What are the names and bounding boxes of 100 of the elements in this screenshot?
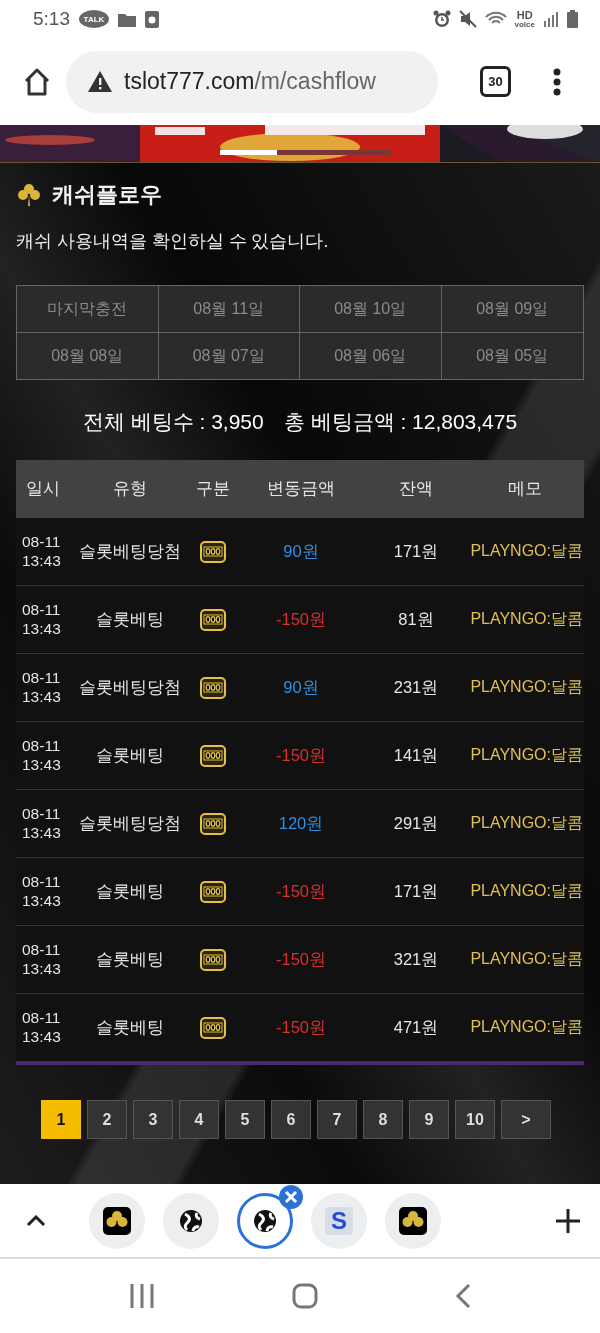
type-cell-text: 슬롯베팅당첨	[78, 812, 182, 834]
page-button[interactable]: 3	[133, 1100, 173, 1139]
page-button[interactable]: 5	[225, 1100, 265, 1139]
memo-cell-text: PLAYNGO:달콤	[469, 677, 584, 697]
summary-text: 총 베팅금액 : 12,803,475	[283, 409, 518, 435]
battery-icon	[567, 10, 578, 28]
balance-cell-text: 321원	[392, 948, 440, 970]
page-button[interactable]: 8	[363, 1100, 403, 1139]
letter-favicon-icon: S	[325, 1206, 353, 1235]
column-header: 변동금액	[266, 478, 336, 499]
folder-icon	[118, 11, 136, 27]
amount-cell-text: -150원	[275, 1016, 327, 1038]
page-button[interactable]: 10	[455, 1100, 495, 1139]
type-cell-text: 슬롯베팅	[95, 1016, 165, 1038]
media-icon	[145, 10, 159, 28]
hd-voice-icon: HD voice	[514, 9, 535, 29]
date-filter-tab[interactable]: 08월 11일	[158, 286, 300, 333]
clover-favicon-icon	[103, 1206, 131, 1235]
amount-cell-text: -150원	[275, 608, 327, 630]
page-button[interactable]: 4	[179, 1100, 219, 1139]
date-filter-tab[interactable]: 08월 10일	[300, 286, 442, 333]
date-filter-tab[interactable]: 08월 09일	[441, 286, 583, 333]
slot-machine-icon	[198, 1014, 228, 1041]
amount-cell-text: 90원	[282, 540, 320, 562]
memo-cell-text: PLAYNGO:달콤	[469, 541, 584, 561]
column-header: 메모	[507, 478, 543, 499]
balance-cell-text: 291원	[392, 812, 440, 834]
expand-up-icon[interactable]	[26, 1214, 46, 1227]
more-menu-icon[interactable]	[553, 67, 561, 96]
column-header: 잔액	[398, 478, 434, 499]
type-cell-text: 슬롯베팅당첨	[78, 676, 182, 698]
clover-favicon-icon	[399, 1206, 427, 1235]
alarm-icon	[432, 10, 451, 28]
page-button[interactable]: 7	[317, 1100, 357, 1139]
add-tab-icon[interactable]	[556, 1208, 580, 1233]
page-title: 캐쉬플로우	[52, 181, 162, 209]
type-cell-text: 슬롯베팅	[95, 744, 165, 766]
page-button[interactable]: 2	[87, 1100, 127, 1139]
type-cell-text: 슬롯베팅	[95, 608, 165, 630]
date-filter-tab[interactable]: 08월 07일	[158, 333, 300, 379]
page-description: 캐쉬 사용내역을 확인하실 수 있습니다.	[16, 230, 330, 253]
slot-machine-icon	[198, 674, 228, 701]
balance-cell-text: 471원	[392, 1016, 440, 1038]
tab-count-button[interactable]: 30	[480, 66, 511, 97]
date-time-cell-text: 08-11 13:43	[21, 532, 62, 571]
page-button[interactable]: 9	[409, 1100, 449, 1139]
date-time-cell-text: 08-11 13:43	[21, 804, 62, 843]
globe-icon	[253, 1208, 277, 1233]
warning-icon	[88, 71, 112, 92]
browser-tab[interactable]	[237, 1192, 293, 1249]
home-icon[interactable]	[22, 66, 52, 97]
date-filter-tab[interactable]: 08월 06일	[300, 333, 442, 379]
memo-cell-text: PLAYNGO:달콤	[469, 609, 584, 629]
balance-cell-text: 171원	[392, 540, 440, 562]
globe-icon	[179, 1208, 203, 1233]
amount-cell-text: 120원	[277, 812, 325, 834]
memo-cell-text: PLAYNGO:달콤	[469, 1017, 584, 1037]
slot-machine-icon	[198, 810, 228, 837]
date-time-cell-text: 08-11 13:43	[21, 668, 62, 707]
summary-text: 전체 베팅수 : 3,950	[82, 409, 264, 435]
column-header: 구분	[195, 478, 231, 499]
home-button-icon[interactable]	[292, 1282, 318, 1309]
slot-machine-icon	[198, 742, 228, 769]
memo-cell-text: PLAYNGO:달콤	[469, 745, 584, 765]
browser-tab[interactable]: S	[311, 1192, 367, 1249]
back-icon[interactable]	[455, 1282, 472, 1309]
balance-cell-text: 171원	[392, 880, 440, 902]
date-filter-tab[interactable]: 마지막충전	[17, 286, 159, 333]
chat-notification-icon: TALK	[79, 10, 109, 28]
memo-cell-text: PLAYNGO:달콤	[469, 949, 584, 969]
balance-cell-text: 231원	[392, 676, 440, 698]
amount-cell-text: -150원	[275, 948, 327, 970]
clover-icon	[18, 183, 40, 207]
amount-cell-text: -150원	[275, 744, 327, 766]
memo-cell-text: PLAYNGO:달콤	[469, 813, 584, 833]
date-time-cell-text: 08-11 13:43	[21, 736, 62, 775]
mute-icon	[458, 10, 477, 28]
balance-cell-text: 141원	[392, 744, 440, 766]
page-button[interactable]: 6	[271, 1100, 311, 1139]
recent-apps-icon[interactable]	[128, 1283, 155, 1308]
date-time-cell-text: 08-11 13:43	[21, 1008, 62, 1047]
page-button[interactable]: >	[501, 1100, 551, 1139]
clock-time: 5:13	[33, 8, 70, 30]
slot-machine-icon	[198, 606, 228, 633]
slot-machine-icon	[198, 538, 228, 565]
address-bar[interactable]: tslot777.com/m/cashflow	[66, 50, 438, 113]
amount-cell-text: 90원	[282, 676, 320, 698]
slot-machine-icon	[198, 878, 228, 905]
date-time-cell-text: 08-11 13:43	[21, 600, 62, 639]
memo-cell-text: PLAYNGO:달콤	[469, 881, 584, 901]
signal-icon	[543, 11, 559, 27]
close-icon[interactable]	[279, 1184, 303, 1209]
amount-cell-text: -150원	[275, 880, 327, 902]
balance-cell-text: 81원	[397, 608, 435, 630]
column-header: 일시	[25, 478, 61, 499]
page-button[interactable]: 1	[41, 1100, 81, 1139]
date-time-cell-text: 08-11 13:43	[21, 872, 62, 911]
date-time-cell-text: 08-11 13:43	[21, 940, 62, 979]
date-filter-tab[interactable]: 08월 08일	[17, 333, 159, 379]
slot-machine-icon	[198, 946, 228, 973]
